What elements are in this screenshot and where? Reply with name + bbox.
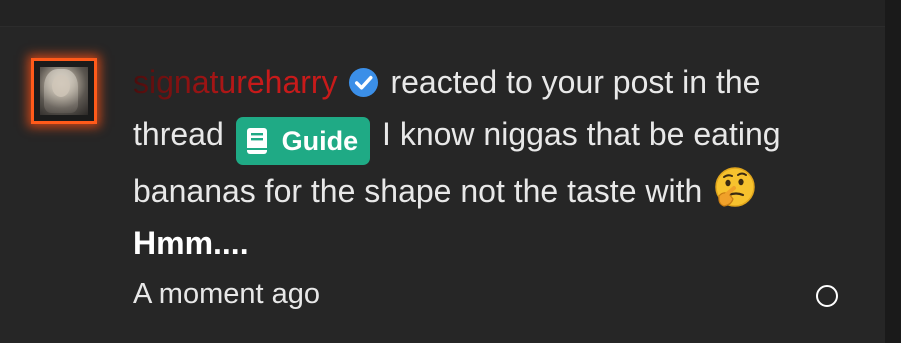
- thread-prefix-label: Guide: [281, 126, 359, 156]
- top-divider-strip: [0, 0, 885, 27]
- thread-title-link[interactable]: I know niggas that be eating bananas for…: [133, 116, 781, 209]
- unread-circle-icon[interactable]: [816, 285, 838, 307]
- thread-prefix-badge[interactable]: Guide: [235, 117, 371, 165]
- thinking-face-icon: [715, 167, 755, 207]
- scrollbar-track[interactable]: [885, 0, 901, 343]
- reaction-label: Hmm....: [133, 225, 249, 261]
- verified-check-icon: [348, 67, 378, 98]
- timestamp: A moment ago: [133, 278, 320, 310]
- avatar-face-shape: [52, 75, 70, 97]
- book-icon: [246, 128, 267, 154]
- notification-text: signatureharry reacted to your post in t…: [133, 56, 853, 269]
- username-link[interactable]: signatureharry: [133, 64, 338, 100]
- avatar[interactable]: [31, 58, 97, 124]
